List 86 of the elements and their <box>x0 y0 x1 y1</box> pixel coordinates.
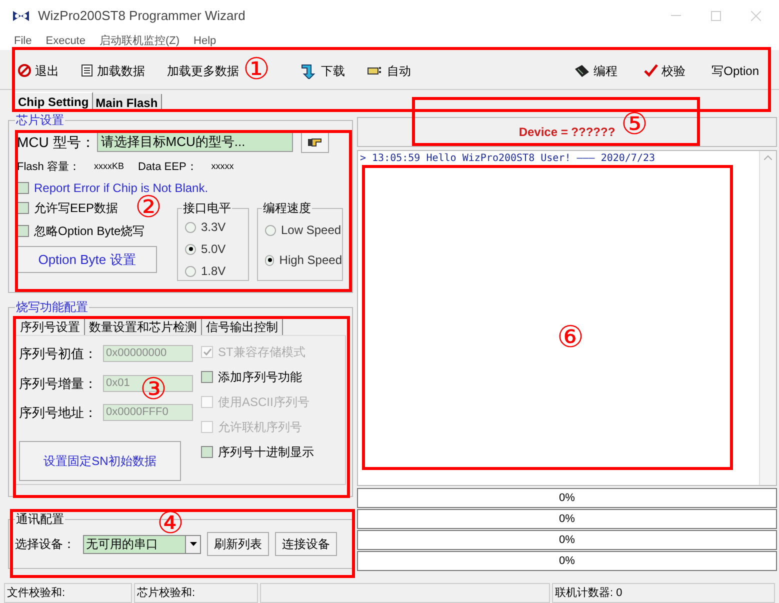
checkbox[interactable] <box>17 182 29 194</box>
field-label: 序列号地址： <box>19 404 98 422</box>
field-label: 选择设备： <box>15 536 76 553</box>
toolbar-button[interactable]: 写Option <box>706 56 765 84</box>
annotation-number: ⑤ <box>621 112 648 138</box>
tab[interactable]: 数量设置和芯片检测 <box>85 318 202 335</box>
radio-button[interactable] <box>265 224 276 236</box>
radio-label: 1.8V <box>201 263 226 280</box>
radio-button[interactable] <box>265 254 274 266</box>
device-dropdown[interactable]: 无可用的串口 <box>83 534 201 554</box>
field-label: 序列号增量： <box>19 374 98 392</box>
menu-item[interactable]: Execute <box>46 32 86 50</box>
group-title: 接口电平 <box>182 200 232 216</box>
info-label: Flash 容量： <box>17 160 80 175</box>
field-label: 序列号初值： <box>19 345 98 363</box>
logo-icon <box>12 10 30 22</box>
field-label: MCU 型号： <box>17 132 95 152</box>
log-line: > 13:05:59 Hello WizPro200ST8 User! ——— 2020/7/23 <box>360 152 656 166</box>
no-entry-icon <box>18 64 31 77</box>
menu-item[interactable]: 启动联机监控(Z) <box>99 32 180 50</box>
checkbox-label: ST兼容存储模式 <box>218 344 306 361</box>
mcu-select-field[interactable]: 请选择目标MCU的型号... <box>96 132 293 152</box>
info-label: Data EEP： <box>138 160 198 175</box>
checkmark-icon <box>644 64 658 77</box>
radio-button[interactable] <box>185 266 196 276</box>
checkbox[interactable] <box>201 371 213 383</box>
radio-label: 3.3V <box>201 219 226 236</box>
action-button[interactable]: 刷新列表 <box>207 532 269 556</box>
annotation-number: ⑥ <box>557 325 584 351</box>
radio-label: Low Speed <box>281 222 342 239</box>
checkbox[interactable] <box>17 225 29 237</box>
progress-reading: 0% <box>558 512 576 527</box>
tab[interactable]: 信号输出控制 <box>202 318 283 335</box>
menu-item[interactable]: File <box>14 32 32 50</box>
checkbox-label: Report Error if Chip is Not Blank. <box>34 180 208 195</box>
group-title: 编程速度 <box>262 200 312 216</box>
checkbox-label: 使用ASCII序列号 <box>218 394 310 411</box>
toolbar-button[interactable]: 校验 <box>638 56 692 84</box>
annotation-number: ① <box>243 57 270 83</box>
toolbar-button[interactable]: 编程 <box>568 56 624 84</box>
tab[interactable]: Chip Setting <box>14 92 93 110</box>
toolbar-button[interactable]: 自动 <box>361 56 417 84</box>
close-icon[interactable] <box>751 11 761 21</box>
down-arrow-icon <box>301 62 317 78</box>
group-title: 烧写功能配置 <box>15 299 89 315</box>
scroll-up-icon[interactable] <box>764 155 772 160</box>
checkbox[interactable] <box>17 202 29 214</box>
checkbox[interactable] <box>201 446 213 458</box>
progress-reading: 0% <box>558 554 576 569</box>
status-field: 芯片校验和: <box>134 583 258 603</box>
chip-icon <box>574 64 590 78</box>
option-byte-button[interactable]: Option Byte 设置 <box>17 246 157 273</box>
toolbar-button[interactable]: 加载数据 <box>75 56 151 84</box>
annotation-number: ④ <box>157 511 184 537</box>
radio-label: 5.0V <box>201 241 226 258</box>
radio-label: High Speed <box>279 252 342 269</box>
window-title: WizPro200ST8 Programmer Wizard <box>38 7 246 26</box>
maximize-icon[interactable] <box>711 11 721 21</box>
radio-button[interactable] <box>185 244 196 254</box>
group-title: 芯片设置 <box>15 112 65 128</box>
status-field: 文件校验和: <box>4 583 132 603</box>
checkbox-label: 允许写EEP数据 <box>34 200 118 217</box>
annotation-number: ② <box>135 195 162 221</box>
toolbar-button[interactable]: 加载更多数据 <box>161 56 245 84</box>
minimize-icon[interactable] <box>671 15 681 17</box>
checkbox-label: 忽略Option Byte烧写 <box>34 223 145 240</box>
radio-button[interactable] <box>185 222 196 232</box>
scrollbar[interactable] <box>759 151 776 485</box>
status-field: 联机计数器: 0 <box>552 583 775 603</box>
select-button[interactable] <box>300 131 329 153</box>
checkbox-label: 允许联机序列号 <box>218 419 302 436</box>
toolbar-button[interactable]: 退出 <box>12 56 65 84</box>
dropdown-arrow-icon <box>190 542 196 546</box>
group-title: 通讯配置 <box>15 511 65 527</box>
checkbox-label: 序列号十进制显示 <box>218 444 314 461</box>
info-value: xxxxKB <box>94 160 124 174</box>
menu-item[interactable]: Help <box>194 32 216 50</box>
action-button[interactable]: 连接设备 <box>275 532 337 556</box>
toolbar-button[interactable]: 下载 <box>295 56 351 84</box>
progress-reading: 0% <box>558 532 576 548</box>
tab[interactable]: Main Flash <box>92 94 162 110</box>
info-value: xxxxx <box>211 160 234 174</box>
set-sn-button[interactable]: 设置固定SN初始数据 <box>19 440 181 480</box>
checkbox-label: 添加序列号功能 <box>218 369 302 386</box>
document-icon <box>81 64 93 77</box>
progress-reading: 0% <box>558 490 576 506</box>
